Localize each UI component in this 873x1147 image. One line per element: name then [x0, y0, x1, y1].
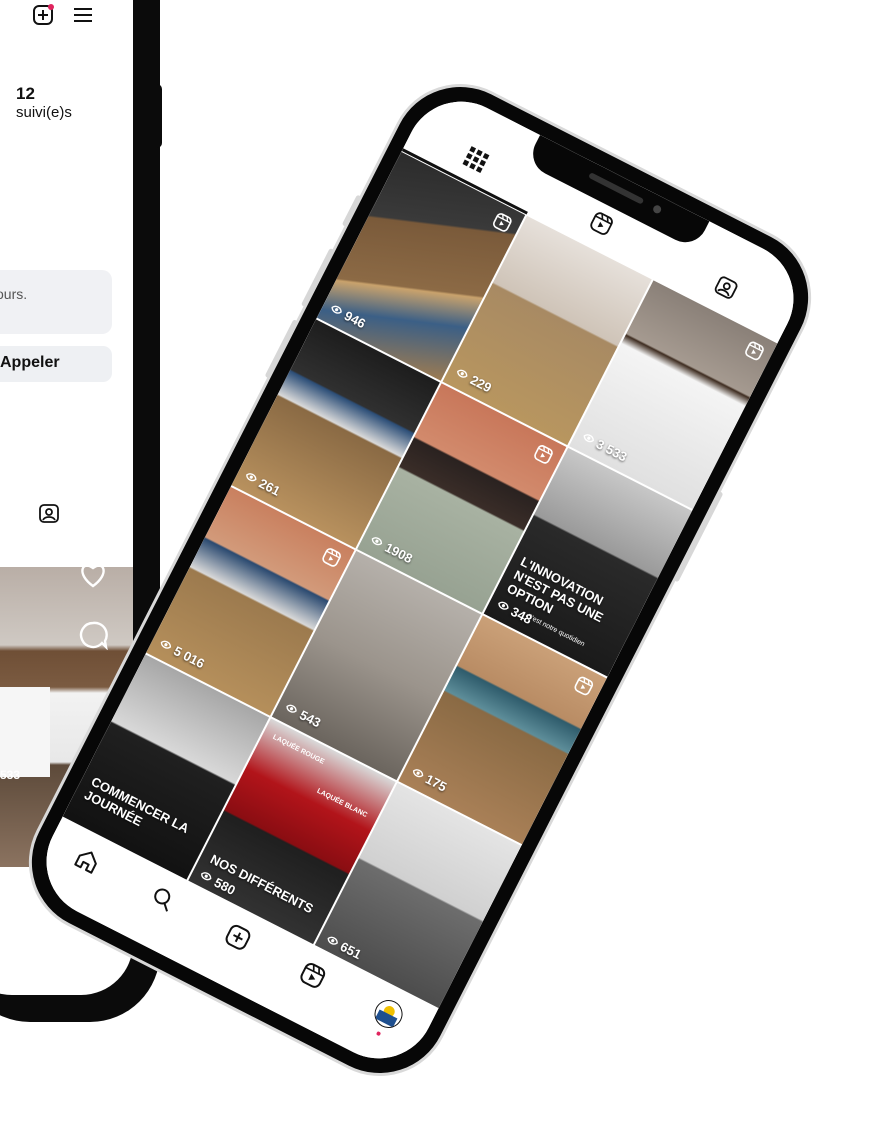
view-count: 543	[297, 707, 324, 731]
following-label: suivi(e)s	[16, 104, 72, 121]
reels-icon	[590, 212, 613, 235]
tagged-tab[interactable]	[706, 267, 746, 307]
like-icon[interactable]	[78, 560, 108, 593]
home-icon	[74, 851, 98, 874]
profile-avatar	[369, 995, 408, 1033]
reel-badge-icon	[488, 210, 514, 239]
side-button	[150, 84, 162, 148]
notification-dot	[375, 1030, 382, 1037]
speaker	[588, 172, 645, 205]
following-stat[interactable]: 12 suivi(e)s	[16, 84, 72, 121]
eye-icon	[328, 301, 346, 320]
tile-view-count: 946	[328, 301, 368, 331]
view-count: 1908	[382, 539, 416, 567]
create-icon	[225, 924, 251, 950]
menu-icon[interactable]	[72, 4, 94, 26]
eye-icon	[242, 468, 260, 487]
front-camera	[651, 203, 663, 215]
eye-icon	[580, 429, 598, 448]
grid-tab[interactable]	[456, 139, 496, 179]
nav-profile[interactable]	[369, 995, 408, 1037]
tile-view-count: 261	[242, 468, 283, 499]
tile-view-count: 175	[409, 764, 450, 795]
nav-reels[interactable]	[294, 957, 332, 995]
reel-badge-icon	[529, 442, 555, 471]
view-count: 5 016	[171, 643, 208, 672]
eye-icon	[323, 932, 341, 951]
reel-views: 533	[0, 768, 21, 782]
tile-view-count: 229	[454, 365, 494, 395]
cabinet-shape	[0, 687, 50, 777]
view-count: 261	[256, 475, 283, 499]
view-count: 946	[341, 307, 369, 332]
search-icon	[153, 888, 170, 912]
tagged-icon[interactable]	[38, 502, 60, 529]
eye-icon	[157, 636, 175, 655]
eye-icon	[409, 764, 427, 783]
reel-badge-icon	[569, 674, 595, 703]
bio-box	[0, 270, 112, 334]
view-count: 175	[423, 771, 450, 795]
create-icon[interactable]	[32, 4, 54, 26]
tile-label: LAQUÉE BLANC	[315, 787, 369, 820]
following-count: 12	[16, 84, 35, 103]
grid-icon	[462, 146, 490, 174]
view-count: 229	[467, 372, 494, 396]
comment-icon[interactable]	[78, 620, 108, 655]
nav-create[interactable]	[219, 918, 257, 956]
eye-icon	[494, 597, 512, 616]
bio-text: ours.	[0, 286, 28, 302]
top-bar-icons	[32, 4, 94, 26]
call-button-label: Appeler	[0, 354, 60, 371]
reel-badge-icon	[318, 545, 344, 574]
reel-badge-icon	[740, 339, 766, 368]
tile-view-count: 543	[283, 700, 323, 730]
nav-search[interactable]	[144, 880, 182, 918]
view-count: 3 533	[593, 436, 630, 465]
reels-icon	[300, 963, 326, 988]
tagged-icon	[714, 276, 738, 299]
silent-switch	[341, 194, 362, 228]
nav-home[interactable]	[69, 842, 107, 880]
